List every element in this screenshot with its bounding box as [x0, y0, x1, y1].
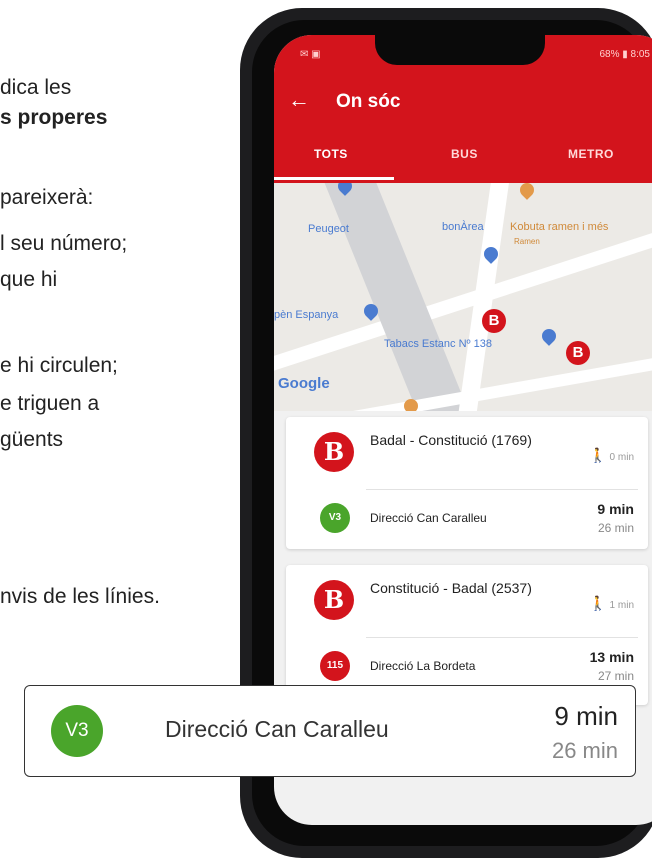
line-direction: Direcció La Bordeta	[370, 659, 476, 673]
walking-person-icon: 🚶	[589, 595, 607, 611]
tab-metro[interactable]: METRO	[568, 147, 614, 161]
map-label: Peugeot	[308, 223, 349, 235]
active-tab-indicator	[274, 177, 394, 180]
page-title: On sóc	[336, 91, 401, 112]
line-badge: V3	[51, 705, 103, 757]
phone-notch	[375, 35, 545, 65]
stop-card[interactable]: B Badal - Constitució (1769) 🚶 0 min V3 …	[286, 417, 648, 549]
line-badge: 115	[320, 651, 350, 681]
stop-logo-icon: B	[314, 580, 354, 620]
instructions-line: e hi circulen;	[0, 354, 118, 377]
stop-card[interactable]: B Constitució - Badal (2537) 🚶 1 min 115…	[286, 565, 648, 705]
status-battery-time: 68% ▮ 8:05	[599, 49, 650, 60]
bus-stop-marker-icon[interactable]: B	[566, 341, 590, 365]
map-label: Kobuta ramen i més	[510, 221, 609, 233]
walk-time: 🚶 0 min	[589, 447, 634, 464]
map-label: Ramen	[514, 237, 540, 246]
next-arrival: 9 min	[597, 501, 634, 517]
tab-bus[interactable]: BUS	[451, 147, 478, 161]
next-arrival: 13 min	[589, 649, 634, 665]
instructions-line: que hi	[0, 268, 58, 291]
stop-logo-icon: B	[314, 432, 354, 472]
google-logo: Google	[278, 375, 330, 392]
map-view[interactable]: Peugeot bonÀrea Kobuta ramen i més Ramen…	[274, 183, 652, 411]
map-pin-icon[interactable]	[517, 183, 537, 200]
map-label: Tabacs Estanc Nº 138	[384, 338, 492, 350]
status-icons-left: ✉ ▣	[300, 49, 321, 60]
instructions-line: e triguen a	[0, 392, 100, 415]
next-arrival: 9 min	[554, 701, 618, 731]
stop-header[interactable]: B Badal - Constitució (1769) 🚶 0 min	[286, 417, 648, 487]
map-label: pèn Espanya	[274, 309, 339, 321]
map-label: bonÀrea	[442, 221, 484, 233]
stop-header[interactable]: B Constitució - Badal (2537) 🚶 1 min	[286, 565, 648, 635]
map-pin-icon[interactable]	[539, 326, 559, 346]
instructions-line: pareixerà:	[0, 186, 94, 209]
walk-minutes: 0 min	[609, 452, 634, 463]
instructions-line: dica les	[0, 76, 72, 99]
stop-name: Badal - Constitució (1769)	[370, 432, 532, 448]
line-direction: Direcció Can Caralleu	[370, 511, 487, 525]
back-arrow-icon[interactable]: ←	[288, 89, 310, 111]
zoomed-line-row: V3 Direcció Can Caralleu 9 min 26 min	[24, 685, 636, 777]
bus-stop-marker-icon[interactable]: B	[482, 309, 506, 333]
instructions-line-bold: s properes	[0, 106, 108, 129]
stop-name: Constitució - Badal (2537)	[370, 580, 532, 596]
following-arrival: 27 min	[597, 669, 634, 683]
instructions-line: nvis de les línies.	[0, 585, 160, 608]
instructions-line: l seu número;	[0, 232, 128, 255]
walk-time: 🚶 1 min	[589, 595, 634, 612]
tab-tots[interactable]: TOTS	[314, 147, 348, 161]
walking-person-icon: 🚶	[589, 447, 607, 463]
line-direction: Direcció Can Caralleu	[165, 716, 389, 742]
walk-minutes: 1 min	[609, 600, 634, 611]
following-arrival: 26 min	[551, 738, 618, 763]
following-arrival: 26 min	[597, 521, 634, 535]
line-badge: V3	[320, 503, 350, 533]
instructions-line: güents	[0, 428, 64, 451]
line-row[interactable]: V3 Direcció Can Caralleu 9 min 26 min	[286, 489, 648, 549]
